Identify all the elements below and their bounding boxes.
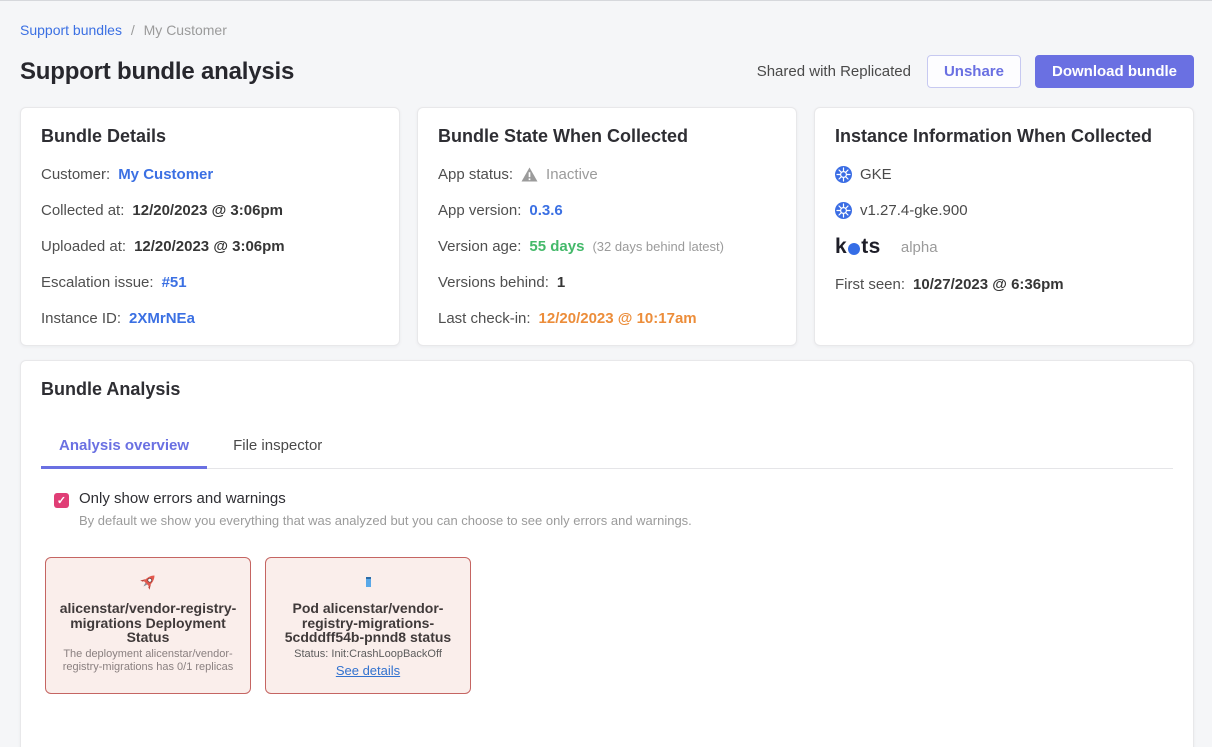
analysis-tabs: Analysis overview File inspector: [41, 427, 1173, 469]
filter-row: ✓ Only show errors and warnings By defau…: [54, 490, 1173, 528]
version-age-note: (32 days behind latest): [592, 239, 724, 254]
bundle-analysis-title: Bundle Analysis: [41, 379, 1173, 400]
breadcrumb-support-bundles-link[interactable]: Support bundles: [20, 22, 122, 38]
app-version-row: App version: 0.3.6: [438, 202, 776, 219]
analyzer-title: alicenstar/vendor-registry-migrations De…: [58, 601, 238, 644]
download-bundle-button[interactable]: Download bundle: [1035, 55, 1194, 88]
distribution-value: GKE: [860, 166, 892, 183]
collected-at-value: 12/20/2023 @ 3:06pm: [132, 202, 283, 219]
first-seen-value: 10/27/2023 @ 6:36pm: [913, 276, 1064, 293]
analyzer-description: The deployment alicenstar/vendor-registr…: [58, 648, 238, 673]
breadcrumb-current: My Customer: [144, 22, 227, 38]
analyzer-card-deployment-status[interactable]: alicenstar/vendor-registry-migrations De…: [45, 557, 251, 694]
instance-id-link[interactable]: 2XMrNEa: [129, 310, 195, 327]
customer-link[interactable]: My Customer: [118, 166, 213, 183]
page-title: Support bundle analysis: [20, 58, 294, 86]
warning-icon: [521, 167, 538, 182]
instance-id-row: Instance ID: 2XMrNEa: [41, 310, 379, 327]
app-status-row: App status: Inactive: [438, 166, 776, 183]
summary-cards-row: Bundle Details Customer: My Customer Col…: [20, 107, 1194, 346]
shared-status-text: Shared with Replicated: [757, 63, 911, 80]
version-age-value: 55 days: [529, 238, 584, 255]
pod-icon: [278, 569, 458, 595]
distribution-row: GKE: [835, 166, 1173, 183]
analyzer-results: alicenstar/vendor-registry-migrations De…: [45, 557, 1173, 694]
breadcrumb-separator: /: [131, 22, 135, 38]
rocket-icon: [58, 569, 238, 595]
analyzer-card-pod-status[interactable]: Pod alicenstar/vendor-registry-migration…: [265, 557, 471, 694]
tab-file-inspector[interactable]: File inspector: [215, 427, 340, 468]
bundle-details-card: Bundle Details Customer: My Customer Col…: [20, 107, 400, 346]
escalation-issue-link[interactable]: #51: [162, 274, 187, 291]
uploaded-at-value: 12/20/2023 @ 3:06pm: [134, 238, 285, 255]
kots-row: kts alpha: [835, 235, 1173, 259]
instance-info-card: Instance Information When Collected: [814, 107, 1194, 346]
analyzer-title: Pod alicenstar/vendor-registry-migration…: [278, 601, 458, 644]
unshare-button[interactable]: Unshare: [927, 55, 1021, 88]
tab-analysis-overview[interactable]: Analysis overview: [41, 427, 207, 468]
versions-behind-row: Versions behind: 1: [438, 274, 776, 291]
customer-row: Customer: My Customer: [41, 166, 379, 183]
k8s-version-row: v1.27.4-gke.900: [835, 202, 1173, 219]
checkmark-icon: ✓: [57, 494, 66, 507]
version-age-row: Version age: 55 days (32 days behind lat…: [438, 238, 776, 255]
see-details-link[interactable]: See details: [336, 663, 400, 678]
support-bundle-analysis-page: Support bundles / My Customer Support bu…: [0, 1, 1212, 747]
bundle-details-title: Bundle Details: [41, 126, 379, 147]
bundle-state-card: Bundle State When Collected App status: …: [417, 107, 797, 346]
bundle-analysis-card: Bundle Analysis Analysis overview File i…: [20, 360, 1194, 747]
kubernetes-icon: [835, 166, 852, 183]
last-checkin-row: Last check-in: 12/20/2023 @ 10:17am: [438, 310, 776, 327]
filter-description: By default we show you everything that w…: [79, 513, 692, 528]
app-version-link[interactable]: 0.3.6: [529, 202, 562, 219]
kubernetes-icon: [835, 202, 852, 219]
bundle-state-title: Bundle State When Collected: [438, 126, 776, 147]
header-actions: Shared with Replicated Unshare Download …: [757, 55, 1194, 88]
kots-logo-o-icon: [848, 243, 860, 255]
kots-logo: kts: [835, 235, 881, 259]
last-checkin-value: 12/20/2023 @ 10:17am: [539, 310, 697, 327]
escalation-issue-row: Escalation issue: #51: [41, 274, 379, 291]
versions-behind-value: 1: [557, 274, 565, 291]
errors-warnings-checkbox[interactable]: ✓: [54, 493, 69, 508]
page-header: Support bundle analysis Shared with Repl…: [20, 55, 1194, 88]
uploaded-at-row: Uploaded at: 12/20/2023 @ 3:06pm: [41, 238, 379, 255]
collected-at-row: Collected at: 12/20/2023 @ 3:06pm: [41, 202, 379, 219]
instance-info-title: Instance Information When Collected: [835, 126, 1173, 147]
first-seen-row: First seen: 10/27/2023 @ 6:36pm: [835, 276, 1173, 293]
analyzer-status: Status: Init:CrashLoopBackOff: [278, 648, 458, 660]
breadcrumb: Support bundles / My Customer: [20, 1, 1194, 38]
filter-label[interactable]: Only show errors and warnings: [79, 490, 692, 507]
app-status-value: Inactive: [546, 166, 598, 183]
k8s-version-value: v1.27.4-gke.900: [860, 202, 968, 219]
kots-channel: alpha: [901, 239, 938, 256]
